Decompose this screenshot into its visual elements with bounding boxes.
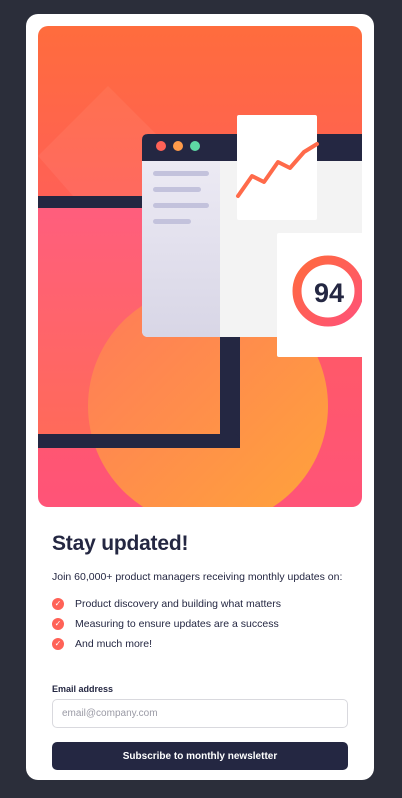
email-input[interactable] xyxy=(52,699,348,728)
page-title: Stay updated! xyxy=(52,532,189,555)
hero-svg: 94 xyxy=(38,86,362,507)
check-icon: ✓ xyxy=(52,618,64,630)
signup-card: 94 Stay updated! Join 60,000+ product ma… xyxy=(26,14,374,780)
list-item: ✓ And much more! xyxy=(52,634,352,654)
list-item: ✓ Product discovery and building what ma… xyxy=(52,594,352,614)
feature-label: And much more! xyxy=(75,638,153,650)
hero-illustration: 94 xyxy=(38,26,362,507)
window-dot-red xyxy=(156,141,166,151)
email-label: Email address xyxy=(52,684,114,694)
check-icon: ✓ xyxy=(52,598,64,610)
check-icon: ✓ xyxy=(52,638,64,650)
growth-chart-card xyxy=(236,115,319,220)
intro-text: Join 60,000+ product managers receiving … xyxy=(52,571,343,583)
window-dot-green xyxy=(190,141,200,151)
feature-list: ✓ Product discovery and building what ma… xyxy=(52,594,352,654)
feature-label: Product discovery and building what matt… xyxy=(75,598,282,610)
list-item: ✓ Measuring to ensure updates are a succ… xyxy=(52,614,352,634)
feature-label: Measuring to ensure updates are a succes… xyxy=(75,618,279,630)
score-value: 94 xyxy=(314,278,344,308)
score-card: 94 xyxy=(277,233,362,357)
content-section: Stay updated! Join 60,000+ product manag… xyxy=(52,532,352,770)
subscribe-button[interactable]: Subscribe to monthly newsletter xyxy=(52,742,348,770)
window-dot-orange xyxy=(173,141,183,151)
